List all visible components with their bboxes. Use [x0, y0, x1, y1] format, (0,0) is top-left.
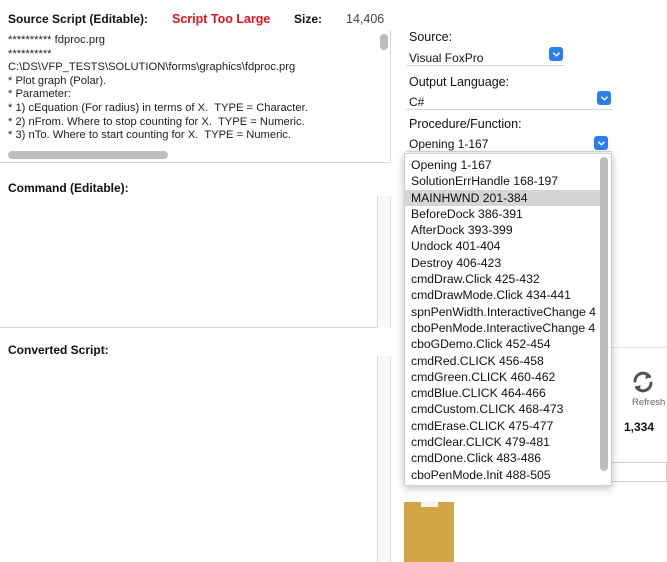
source-script-line: * Parameter: — [8, 88, 71, 101]
procedure-select[interactable]: Opening 1-167 — [406, 136, 612, 152]
procedure-select-value: Opening 1-167 — [409, 137, 489, 151]
procedure-option[interactable]: BeforeDock 386-391 — [405, 206, 601, 222]
procedure-option[interactable]: AfterDock 393-399 — [405, 222, 601, 238]
source-script-line: * 1) cEquation (For radius) in terms of … — [8, 101, 308, 114]
source-script-line: ********** fdproc.prg — [8, 34, 106, 46]
source-select-value: Visual FoxPro — [409, 51, 484, 65]
procedure-option[interactable]: cmdBlue.CLICK 464-466 — [405, 385, 601, 401]
source-script-line: * Plot graph (Polar). — [8, 74, 107, 87]
count-value: 1,334 — [624, 420, 655, 434]
procedure-option[interactable]: cboGDemo.Click 452-454 — [405, 336, 601, 352]
converted-scroll-track — [378, 356, 391, 562]
size-label: Size: — [294, 12, 323, 26]
procedure-option[interactable]: cboPenMode.Init 488-505 — [405, 467, 601, 483]
status-warning: Script Too Large — [172, 12, 271, 26]
procedure-option[interactable]: cmdErase.CLICK 475-477 — [405, 418, 601, 434]
source-script-textarea[interactable]: ********** fdproc.prg ********** C:\DS\VFP… — [0, 30, 391, 163]
procedure-label: Procedure/Function: — [409, 117, 522, 131]
procedure-chevron-down-icon[interactable] — [594, 136, 608, 150]
output-language-select[interactable]: C# — [406, 94, 612, 110]
procedure-options: Opening 1-167 SolutionErrHandle 168-197 MA… — [405, 154, 611, 483]
partial-input-field[interactable] — [612, 462, 667, 482]
procedure-option[interactable]: Opening 1-167 — [405, 157, 601, 173]
source-script-line: C:\DS\VFP_TESTS\SOLUTION\forms\graphics\… — [8, 61, 296, 74]
procedure-option[interactable]: Undock 401-404 — [405, 238, 601, 254]
procedure-option[interactable]: cmdCustom.CLICK 468-473 — [405, 401, 601, 417]
converted-script-textarea[interactable] — [0, 356, 378, 562]
source-script-line: * 3) nTo. Where to start counting for X.… — [8, 129, 292, 142]
procedure-option[interactable]: cmdGreen.CLICK 460-462 — [405, 369, 601, 385]
procedure-option[interactable]: MAINHWND 201-384 — [405, 189, 601, 206]
color-swatch[interactable] — [404, 502, 454, 562]
output-language-chevron-down-icon[interactable] — [597, 91, 611, 105]
procedure-dropdown-list[interactable]: Opening 1-167 SolutionErrHandle 168-197 MA… — [404, 153, 612, 486]
command-scroll-track — [378, 196, 391, 328]
procedure-option[interactable]: cmdDrawMode.Click 434-441 — [405, 287, 601, 303]
source-vertical-scrollbar[interactable] — [380, 34, 388, 50]
procedure-option[interactable]: SolutionErrHandle 168-197 — [405, 173, 601, 189]
procedure-option[interactable]: Destroy 406-423 — [405, 255, 601, 271]
output-language-value: C# — [409, 95, 425, 109]
refresh-label: Refresh — [632, 397, 666, 408]
procedure-option[interactable]: cmdDraw.Click 425-432 — [405, 271, 601, 287]
refresh-button[interactable]: Refresh — [624, 368, 666, 412]
source-chevron-down-icon[interactable] — [549, 47, 563, 61]
swatch-tab — [421, 502, 438, 507]
procedure-option[interactable]: cmdClear.CLICK 479-481 — [405, 434, 601, 450]
source-select[interactable]: Visual FoxPro — [406, 50, 565, 66]
procedure-option[interactable]: cmdRed.CLICK 456-458 — [405, 353, 601, 369]
source-script-line: * 2) nFrom. Where to stop counting for X… — [8, 115, 305, 128]
procedure-option[interactable]: cboPenMode.InteractiveChange 4 — [405, 320, 601, 336]
output-language-label: Output Language: — [409, 75, 510, 89]
converted-script-label: Converted Script: — [8, 343, 109, 357]
source-script-label: Source Script (Editable): — [8, 12, 149, 26]
source-horizontal-scrollbar[interactable] — [8, 151, 168, 159]
command-textarea[interactable] — [0, 196, 378, 328]
panel-divider — [612, 347, 667, 348]
refresh-icon — [633, 371, 653, 393]
procedure-option[interactable]: spnPenWidth.InteractiveChange 4 — [405, 304, 601, 320]
size-value: 14,406 — [346, 12, 385, 26]
source-label: Source: — [409, 30, 453, 44]
procedure-option[interactable]: cmdDone.Click 483-486 — [405, 450, 601, 466]
source-script-content: ********** fdproc.prg ********** C:\DS\VFP… — [8, 34, 378, 143]
source-script-line: ********** — [8, 47, 52, 60]
command-label: Command (Editable): — [8, 181, 129, 195]
dropdown-scrollbar[interactable] — [600, 157, 608, 471]
